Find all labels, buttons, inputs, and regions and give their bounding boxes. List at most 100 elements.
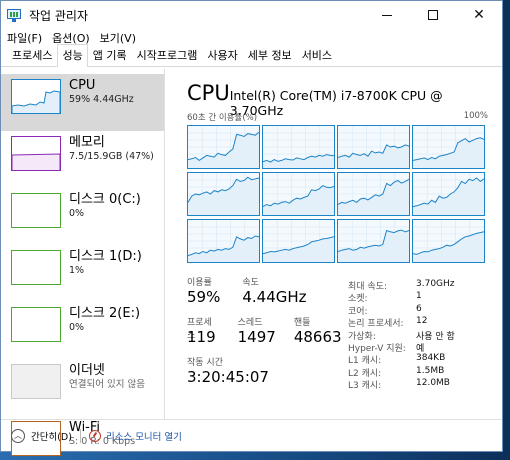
- uptime-value: 3:20:45:07: [187, 368, 269, 386]
- sidebar-disk0-value: 0%: [69, 208, 85, 219]
- cpu-model-name: Intel(R) Core(TM) i7-8700K CPU @ 3.70GHz: [229, 88, 443, 118]
- minimize-icon: [382, 14, 392, 16]
- spec-value: 사용 안 함: [416, 331, 455, 342]
- core-graph: [412, 125, 485, 169]
- spec-value: 384KB: [416, 353, 446, 364]
- close-button[interactable]: ✕: [456, 1, 502, 29]
- spec-value: 6: [416, 303, 422, 314]
- sidebar-item-disk2[interactable]: 디스크 2(E:) 0%: [1, 302, 164, 359]
- core-usage-area: [413, 231, 484, 262]
- performance-sidebar: CPU 59% 4.44GHz 메모리 7.5/15.9GB (47%) 디스크…: [1, 69, 165, 456]
- core-graph: [187, 219, 260, 263]
- spec-value: 예: [416, 343, 425, 354]
- sidebar-cpu-value: 59% 4.44GHz: [69, 94, 134, 105]
- core-usage-area: [338, 179, 409, 215]
- ethernet-thumbnail-graph: [11, 364, 61, 399]
- disk2-thumbnail-graph: [11, 307, 61, 342]
- fewer-details-link[interactable]: 간단히(D): [31, 429, 72, 443]
- core-graph: [337, 125, 410, 169]
- core-usage-area: [413, 178, 484, 215]
- core-graph: [337, 172, 410, 216]
- processes-label: 프로세스: [187, 318, 212, 341]
- core-usage-area: [263, 154, 334, 168]
- sidebar-item-ethernet[interactable]: 이더넷 연결되어 있지 않음: [1, 359, 164, 416]
- speed-label: 속도: [242, 278, 259, 288]
- task-manager-icon: [7, 8, 21, 22]
- footer-divider: [79, 428, 81, 443]
- tab-details[interactable]: 세부 정보: [243, 44, 297, 66]
- spec-label: L3 캐시:: [348, 381, 382, 392]
- uptime-label: 작동 시간: [187, 358, 223, 368]
- logical-processor-graphs: [187, 125, 488, 263]
- minimize-button[interactable]: [364, 1, 410, 29]
- core-usage-area: [263, 236, 334, 262]
- handles-label: 핸들: [293, 318, 311, 328]
- close-icon: ✕: [473, 7, 485, 23]
- core-graph: [262, 172, 335, 216]
- chevron-up-icon[interactable]: ︿: [11, 428, 25, 443]
- sidebar-disk2-label: 디스크 2(E:): [69, 306, 141, 321]
- page-title: CPU: [187, 81, 230, 105]
- core-graph: [187, 125, 260, 169]
- maximize-icon: [428, 10, 438, 20]
- processes-value: 119: [187, 328, 216, 346]
- tab-performance[interactable]: 성능: [57, 44, 88, 67]
- sidebar-item-memory[interactable]: 메모리 7.5/15.9GB (47%): [1, 131, 164, 188]
- core-usage-area: [188, 132, 259, 168]
- core-usage-area: [188, 177, 259, 215]
- utilization-graph-label: 60초 간 이용률(%): [187, 113, 258, 123]
- sidebar-disk2-value: 0%: [69, 322, 85, 333]
- spec-label: L2 캐시:: [348, 368, 382, 379]
- cpu-detail-panel: CPU Intel(R) Core(TM) i7-8700K CPU @ 3.7…: [165, 69, 502, 419]
- tab-services[interactable]: 서비스: [297, 44, 337, 66]
- spec-label: 코어:: [348, 306, 368, 317]
- spec-label: 가상화:: [348, 331, 376, 342]
- cpu-specs: 최대 속도: 3.70GHz 소켓: 1 코어: 6 논리 프로세서: 12 가상화: 사…: [348, 275, 488, 391]
- cpu-thumbnail-graph: [11, 79, 61, 114]
- sidebar-disk0-label: 디스크 0(C:): [69, 192, 141, 207]
- tab-users[interactable]: 사용자: [202, 44, 242, 66]
- spec-label: 최대 속도:: [348, 282, 388, 292]
- spec-value: 12: [416, 316, 428, 327]
- window-title: 작업 관리자: [29, 8, 89, 23]
- speed-value: 4.44GHz: [242, 288, 307, 306]
- spec-value: 1: [416, 291, 422, 302]
- sidebar-item-disk1[interactable]: 디스크 1(D:) 1%: [1, 245, 164, 302]
- core-graph: [412, 219, 485, 263]
- sidebar-item-disk0[interactable]: 디스크 0(C:) 0%: [1, 188, 164, 245]
- spec-label: 소켓:: [348, 294, 368, 305]
- core-usage-area: [413, 137, 484, 168]
- sidebar-ethernet-label: 이더넷: [69, 363, 105, 378]
- maximize-button[interactable]: [410, 1, 456, 29]
- core-graph: [262, 125, 335, 169]
- open-resource-monitor-link[interactable]: 리소스 모니터 열기: [106, 429, 182, 443]
- sidebar-memory-value: 7.5/15.9GB (47%): [69, 151, 154, 162]
- sidebar-memory-label: 메모리: [69, 135, 105, 150]
- sidebar-item-cpu[interactable]: CPU 59% 4.44GHz: [1, 74, 164, 131]
- spec-value: 3.70GHz: [416, 279, 455, 289]
- footer-bar: ︿ 간단히(D) 리소스 모니터 열기: [1, 419, 502, 451]
- tab-processes[interactable]: 프로세스: [7, 44, 57, 66]
- sidebar-ethernet-value: 연결되어 있지 않음: [69, 379, 145, 390]
- core-graph: [337, 219, 410, 263]
- tab-app-history[interactable]: 앱 기록: [88, 44, 132, 66]
- spec-label: 논리 프로세서:: [348, 319, 404, 330]
- core-graph: [412, 172, 485, 216]
- disk1-thumbnail-graph: [11, 250, 61, 285]
- utilization-value: 59%: [187, 288, 221, 306]
- title-bar[interactable]: 작업 관리자 ✕: [1, 1, 502, 29]
- spec-value: 12.0MB: [416, 378, 450, 389]
- core-graph: [262, 219, 335, 263]
- utilization-graph-max: 100%: [463, 111, 488, 121]
- handles-value: 48663: [293, 328, 342, 346]
- tab-startup[interactable]: 시작프로그램: [132, 44, 203, 66]
- spec-label: L1 캐시:: [348, 356, 382, 367]
- sidebar-disk1-label: 디스크 1(D:): [69, 249, 142, 264]
- disk0-thumbnail-graph: [11, 193, 61, 228]
- task-manager-window: 작업 관리자 ✕ 파일(F) 옵션(O) 보기(V) 프로세스 성능 앱 기록 …: [0, 0, 503, 456]
- memory-thumbnail-graph: [11, 136, 61, 171]
- resource-monitor-icon: [88, 429, 101, 442]
- tab-bar: 프로세스 성능 앱 기록 시작프로그램 사용자 세부 정보 서비스: [1, 44, 502, 67]
- sidebar-cpu-label: CPU: [69, 78, 96, 93]
- threads-value: 1497: [237, 328, 276, 346]
